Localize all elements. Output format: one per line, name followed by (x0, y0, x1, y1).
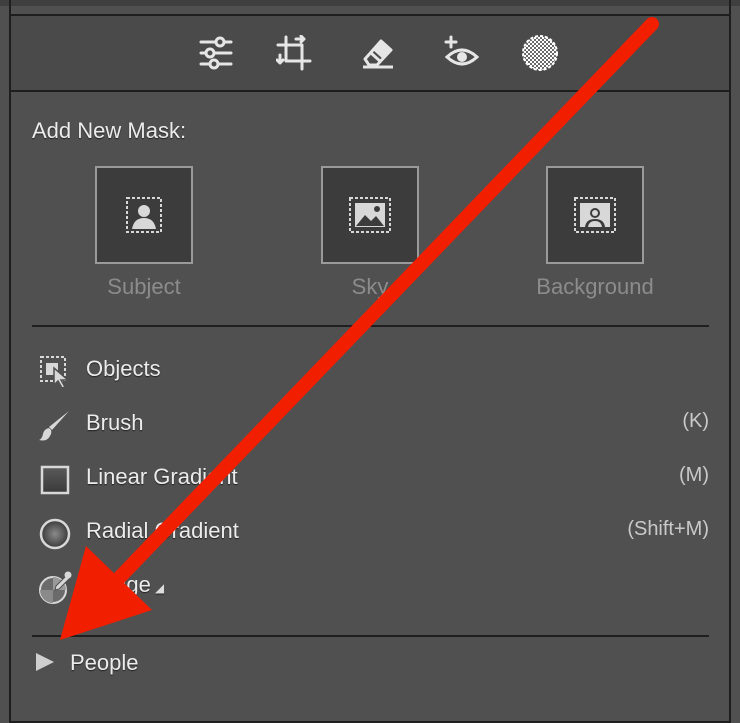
brush-shortcut: (K) (682, 410, 709, 432)
subject-icon (126, 197, 162, 233)
healing-tool-button[interactable] (357, 32, 399, 74)
sky-mask-label: Sky (351, 274, 389, 299)
radial-gradient-shortcut: (Shift+M) (627, 518, 709, 540)
divider (32, 325, 709, 327)
objects-icon (40, 356, 71, 388)
brush-tool-row[interactable]: Brush (K) (32, 402, 709, 446)
linear-gradient-icon (40, 465, 70, 495)
sky-mask-button[interactable] (321, 166, 419, 264)
linear-gradient-label: Linear Gradient (86, 464, 238, 489)
range-icon (39, 571, 72, 604)
crop-icon (276, 35, 312, 71)
range-label-text: Range (86, 572, 151, 597)
divider (32, 635, 709, 637)
redeye-icon (444, 35, 480, 66)
masking-tool-button[interactable] (519, 32, 561, 74)
linear-gradient-shortcut: (M) (679, 464, 709, 486)
brush-label: Brush (86, 410, 144, 435)
linear-gradient-tool-row[interactable]: Linear Gradient (M) (32, 456, 709, 500)
tool-strip (9, 14, 731, 92)
crop-tool-button[interactable] (273, 32, 315, 74)
objects-tool-row[interactable]: Objects (32, 348, 709, 392)
subject-mask-label: Subject (107, 274, 181, 299)
disclosure-triangle-icon[interactable] (36, 653, 54, 671)
sky-icon (349, 197, 391, 233)
objects-label: Objects (86, 356, 161, 381)
edit-tool-button[interactable] (195, 32, 237, 74)
people-section-toggle[interactable]: People (32, 648, 332, 684)
range-dropdown-caret-icon[interactable]: ◢ (155, 581, 164, 595)
subject-mask-button[interactable] (95, 166, 193, 264)
masking-icon (522, 35, 558, 71)
eraser-icon (363, 39, 393, 69)
range-tool-row[interactable]: Range ◢ (32, 564, 709, 608)
sliders-icon (199, 36, 233, 70)
background-icon (574, 197, 616, 233)
range-label: Range ◢ (86, 572, 164, 598)
people-label: People (70, 650, 139, 675)
background-mask-button[interactable] (546, 166, 644, 264)
radial-gradient-icon (39, 518, 71, 550)
background-mask-label: Background (536, 274, 654, 299)
radial-gradient-tool-row[interactable]: Radial Gradient (Shift+M) (32, 510, 709, 554)
redeye-tool-button[interactable] (441, 32, 483, 74)
radial-gradient-label: Radial Gradient (86, 518, 239, 543)
brush-icon (39, 411, 69, 441)
add-new-mask-title: Add New Mask: (32, 118, 187, 143)
